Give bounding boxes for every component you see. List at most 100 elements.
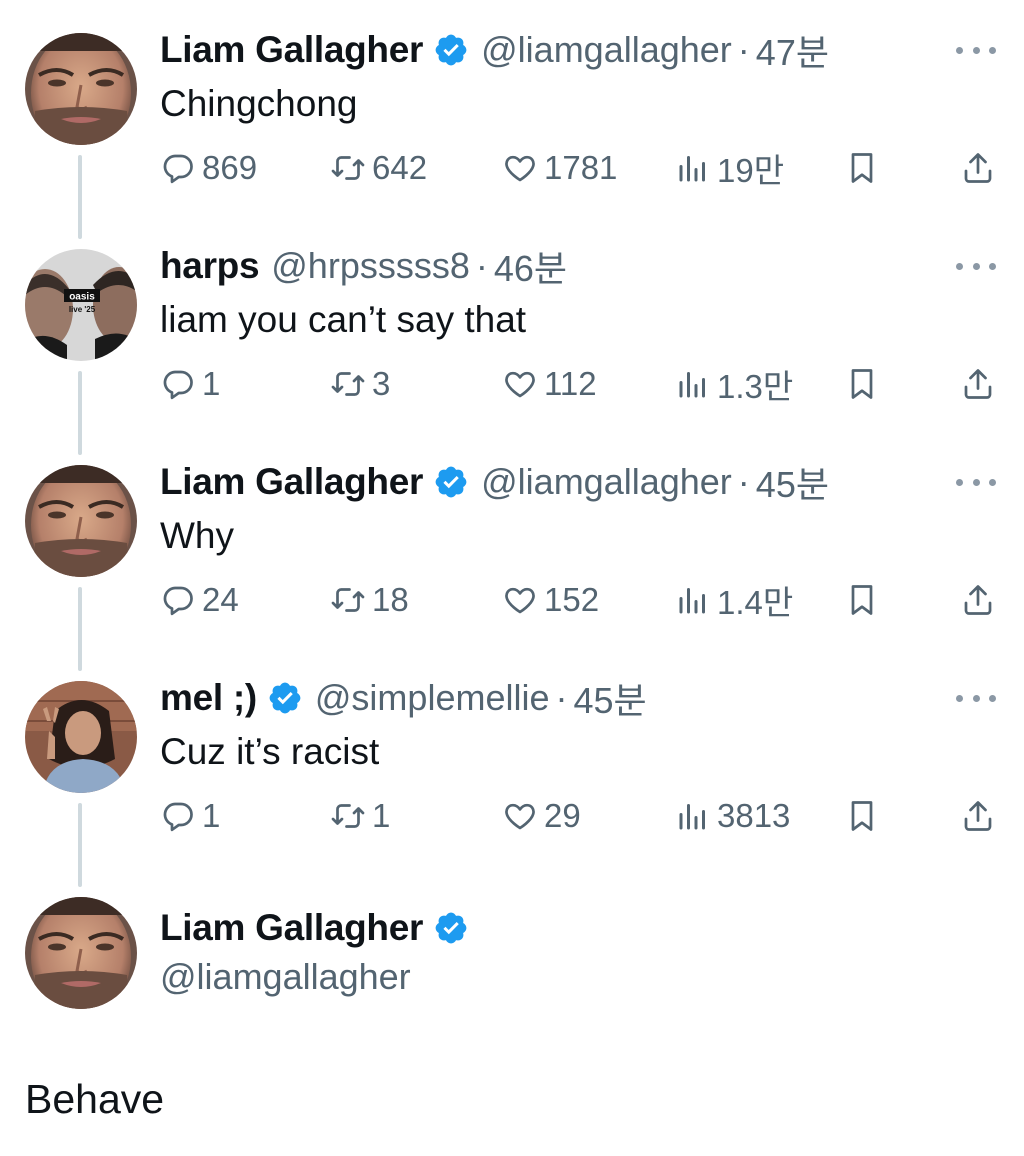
- tweet[interactable]: mel ;) @simplemellie · 45분 Cuz it’s raci…: [0, 648, 1024, 887]
- avatar[interactable]: [25, 681, 137, 793]
- speech-bubble-icon: [163, 154, 193, 184]
- share-button[interactable]: [960, 572, 996, 628]
- retweet-arrows-icon: [331, 156, 365, 180]
- share-button[interactable]: [960, 140, 996, 196]
- tweet[interactable]: Liam Gallagher @liamgallagher · 45분 Why …: [0, 432, 1024, 671]
- display-name[interactable]: mel ;): [160, 677, 257, 719]
- tweet-header: harps @hrpsssss8 · 46분: [160, 242, 1024, 290]
- bar-chart-icon: [679, 804, 705, 830]
- tweet[interactable]: Liam Gallagher @liamgallagher · 47분 Chin…: [0, 0, 1024, 239]
- tweet[interactable]: oasis live '25 harps @hrpsssss8 · 46분 li…: [0, 216, 1024, 455]
- user-handle[interactable]: @liamgallagher: [160, 956, 1024, 998]
- separator-dot: ·: [737, 29, 750, 70]
- upload-arrow-icon: [964, 801, 992, 831]
- retweet-arrows-icon: [331, 588, 365, 612]
- avatar[interactable]: oasis live '25: [25, 249, 137, 361]
- timestamp[interactable]: 47분: [756, 24, 829, 76]
- user-handle[interactable]: @liamgallagher: [481, 461, 732, 503]
- mel-avatar-image: [25, 681, 137, 793]
- retweet-button[interactable]: 1: [330, 788, 390, 844]
- bookmark-icon: [851, 585, 873, 615]
- tweet-content: Liam Gallagher @liamgallagher · 47분 Chin…: [160, 26, 1024, 130]
- more-dots-icon[interactable]: [956, 40, 996, 60]
- like-button[interactable]: 1781: [502, 140, 617, 196]
- display-name[interactable]: Liam Gallagher: [160, 461, 423, 503]
- like-count: 152: [544, 581, 600, 618]
- more-dots-icon[interactable]: [956, 688, 996, 708]
- reply-button[interactable]: 869: [160, 140, 257, 196]
- retweet-count: 1: [372, 797, 391, 834]
- views-button[interactable]: 1.3만: [675, 356, 793, 412]
- reply-button[interactable]: 24: [160, 572, 239, 628]
- like-button[interactable]: 29: [502, 788, 581, 844]
- view-count: 1.4만: [717, 584, 794, 621]
- bookmark-button[interactable]: [844, 356, 880, 412]
- speech-bubble-icon: [163, 802, 193, 832]
- view-count: 1.3만: [717, 368, 794, 405]
- separator-dot: ·: [555, 677, 568, 718]
- display-name[interactable]: Liam Gallagher: [160, 907, 423, 949]
- share-button[interactable]: [960, 788, 996, 844]
- action-bar: 869 642 1781 19만: [160, 140, 1010, 196]
- bookmark-button[interactable]: [844, 788, 880, 844]
- oasis-poster-avatar-image: oasis live '25: [25, 249, 137, 361]
- user-handle[interactable]: @hrpsssss8: [271, 245, 470, 287]
- liam-avatar-image: [25, 897, 137, 1009]
- verified-badge-icon: [267, 680, 303, 716]
- bookmark-button[interactable]: [844, 572, 880, 628]
- retweet-arrows-icon: [331, 804, 365, 828]
- speech-bubble-icon: [163, 370, 193, 400]
- bookmark-icon: [851, 153, 873, 183]
- like-count: 1781: [544, 149, 618, 186]
- views-button[interactable]: 3813: [675, 788, 790, 844]
- share-button[interactable]: [960, 356, 996, 412]
- reply-button[interactable]: 1: [160, 788, 220, 844]
- bookmark-icon: [851, 369, 873, 399]
- action-bar: 1 3 112 1.3만: [160, 356, 1010, 412]
- display-name[interactable]: Liam Gallagher: [160, 29, 423, 71]
- timestamp[interactable]: 46분: [494, 240, 567, 292]
- like-count: 29: [544, 797, 581, 834]
- poster-logo-text: oasis: [69, 292, 95, 303]
- avatar[interactable]: [25, 897, 137, 1009]
- timestamp[interactable]: 45분: [574, 672, 647, 724]
- more-dots-icon[interactable]: [956, 472, 996, 492]
- tweet-header: mel ;) @simplemellie · 45분: [160, 674, 1024, 722]
- retweet-arrows-icon: [331, 372, 365, 396]
- tweet-header: Liam Gallagher @liamgallagher · 47분: [160, 26, 1024, 74]
- display-name[interactable]: harps: [160, 245, 260, 287]
- retweet-button[interactable]: 3: [330, 356, 390, 412]
- timestamp[interactable]: 45분: [756, 456, 829, 508]
- retweet-button[interactable]: 18: [330, 572, 409, 628]
- heart-icon: [505, 587, 535, 614]
- main-tweet: Liam Gallagher @liamgallagher Behave: [0, 864, 1024, 1156]
- bookmark-button[interactable]: [844, 140, 880, 196]
- like-button[interactable]: 152: [502, 572, 599, 628]
- retweet-count: 18: [372, 581, 409, 618]
- action-bar: 24 18 152 1.4만: [160, 572, 1010, 628]
- tweet-header: Liam Gallagher @liamgallagher · 45분: [160, 458, 1024, 506]
- views-button[interactable]: 19만: [675, 140, 784, 196]
- heart-icon: [505, 803, 535, 830]
- tweet-content: Liam Gallagher @liamgallagher · 45분 Why: [160, 458, 1024, 562]
- user-handle[interactable]: @liamgallagher: [481, 29, 732, 71]
- tweet-text: Why: [160, 515, 234, 556]
- retweet-count: 642: [372, 149, 428, 186]
- more-dots-icon[interactable]: [956, 256, 996, 276]
- bar-chart-icon: [679, 372, 705, 398]
- upload-arrow-icon: [964, 585, 992, 615]
- verified-badge-icon: [433, 464, 469, 500]
- liam-avatar-image: [25, 465, 137, 577]
- liam-avatar-image: [25, 33, 137, 145]
- avatar[interactable]: [25, 33, 137, 145]
- separator-dot: ·: [737, 461, 750, 502]
- view-count: 19만: [717, 152, 785, 189]
- user-handle[interactable]: @simplemellie: [315, 677, 550, 719]
- heart-icon: [505, 371, 535, 398]
- reply-count: 24: [202, 581, 239, 618]
- avatar[interactable]: [25, 465, 137, 577]
- retweet-button[interactable]: 642: [330, 140, 427, 196]
- reply-button[interactable]: 1: [160, 356, 220, 412]
- like-button[interactable]: 112: [502, 356, 597, 412]
- views-button[interactable]: 1.4만: [675, 572, 793, 628]
